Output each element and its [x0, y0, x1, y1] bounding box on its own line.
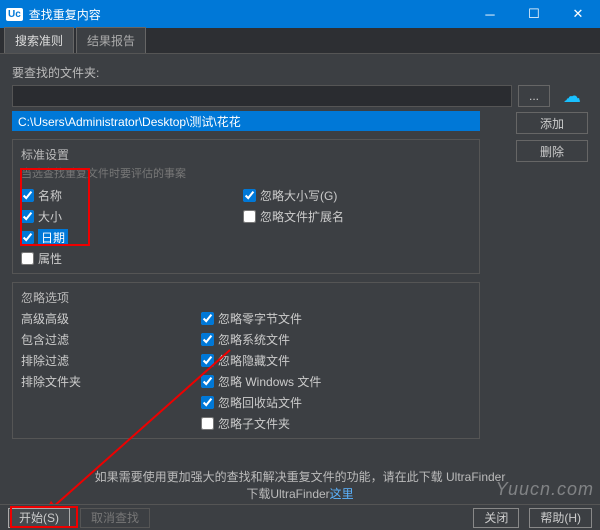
- ignore-title: 忽略选项: [21, 289, 471, 306]
- help-button[interactable]: 帮助(H): [529, 508, 592, 528]
- cancel-search-button[interactable]: 取消查找: [80, 508, 150, 528]
- footer-message: 如果需要使用更加强大的查找和解决重复文件的功能，请在此下载 UltraFinde…: [0, 468, 600, 502]
- ignore-right-column: 忽略零字节文件 忽略系统文件 忽略隐藏文件 忽略 Windows 文件 忽略回收…: [201, 308, 321, 432]
- app-logo-icon: Uc: [6, 8, 23, 21]
- ignore-subfolder[interactable]: 忽略子文件夹: [201, 415, 321, 432]
- list-item[interactable]: 包含过滤: [21, 331, 81, 348]
- checkbox-ignore-case[interactable]: [243, 189, 256, 202]
- remove-button[interactable]: 删除: [516, 140, 588, 162]
- criteria-date[interactable]: 日期: [21, 229, 68, 246]
- checkbox-attr[interactable]: [21, 252, 34, 265]
- checkbox-name[interactable]: [21, 189, 34, 202]
- ignore-system[interactable]: 忽略系统文件: [201, 331, 321, 348]
- close-button[interactable]: ✕: [556, 0, 600, 28]
- checkbox-size[interactable]: [21, 210, 34, 223]
- checkbox-date[interactable]: [21, 231, 34, 244]
- checkbox-ignore-ext[interactable]: [243, 210, 256, 223]
- list-item[interactable]: 排除文件夹: [21, 373, 81, 390]
- ignore-case[interactable]: 忽略大小写(G): [243, 187, 344, 204]
- criteria-title: 标准设置: [21, 146, 471, 163]
- criteria-size[interactable]: 大小: [21, 208, 68, 225]
- ignore-ext[interactable]: 忽略文件扩展名: [243, 208, 344, 225]
- criteria-section: 标准设置 当选查找重复文件时要评估的事案 名称 大小 日期 属性 忽略大小写(G…: [12, 139, 480, 274]
- criteria-attr[interactable]: 属性: [21, 250, 68, 267]
- tab-search-criteria[interactable]: 搜索准则: [4, 27, 74, 53]
- download-link[interactable]: 这里: [330, 487, 354, 501]
- close-dialog-button[interactable]: 关闭: [473, 508, 519, 528]
- title-bar: Uc 查找重复内容 ─ ☐ ✕: [0, 0, 600, 28]
- cloud-upload-icon[interactable]: ☁: [556, 85, 588, 107]
- browse-button[interactable]: ...: [518, 85, 550, 107]
- add-button[interactable]: 添加: [516, 112, 588, 134]
- window-title: 查找重复内容: [29, 6, 468, 23]
- ignore-zero[interactable]: 忽略零字节文件: [201, 310, 321, 327]
- bottom-bar: 开始(S) 取消查找 关闭 帮助(H): [0, 504, 600, 530]
- list-item[interactable]: 排除过滤: [21, 352, 81, 369]
- criteria-left-column: 名称 大小 日期 属性: [21, 185, 68, 267]
- ignore-left-column: 高级高级 包含过滤 排除过滤 排除文件夹: [21, 308, 81, 432]
- ignore-section: 忽略选项 高级高级 包含过滤 排除过滤 排除文件夹 忽略零字节文件 忽略系统文件…: [12, 282, 480, 439]
- folder-input[interactable]: [12, 85, 512, 107]
- criteria-name[interactable]: 名称: [21, 187, 68, 204]
- ignore-windows[interactable]: 忽略 Windows 文件: [201, 373, 321, 390]
- selected-path[interactable]: C:\Users\Administrator\Desktop\测试\花花: [12, 111, 480, 131]
- tab-result-report[interactable]: 结果报告: [76, 27, 146, 53]
- tab-bar: 搜索准则 结果报告: [0, 28, 600, 54]
- ignore-recycle[interactable]: 忽略回收站文件: [201, 394, 321, 411]
- start-button[interactable]: 开始(S): [8, 508, 70, 528]
- folder-label: 要查找的文件夹:: [12, 64, 588, 81]
- ignore-hidden[interactable]: 忽略隐藏文件: [201, 352, 321, 369]
- minimize-button[interactable]: ─: [468, 0, 512, 28]
- criteria-right-column: 忽略大小写(G) 忽略文件扩展名: [243, 185, 344, 267]
- criteria-hint: 当选查找重复文件时要评估的事案: [21, 165, 471, 181]
- list-item[interactable]: 高级高级: [21, 310, 81, 327]
- maximize-button[interactable]: ☐: [512, 0, 556, 28]
